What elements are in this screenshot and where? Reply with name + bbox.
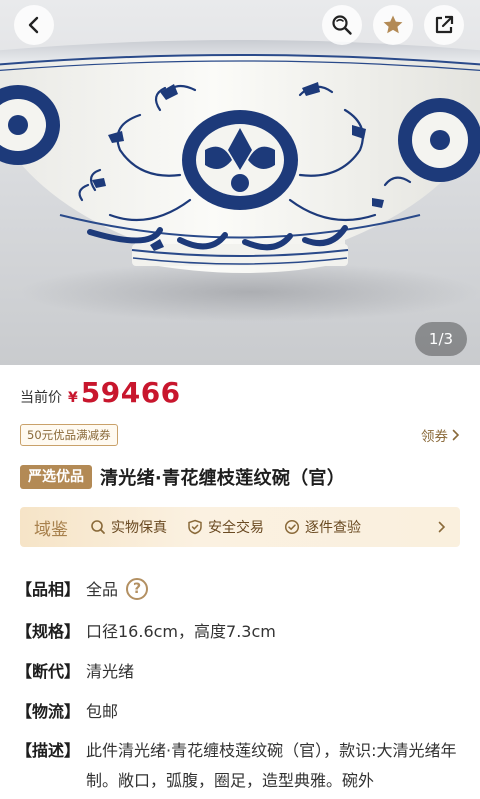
back-button[interactable]	[14, 5, 54, 45]
product-title-row: 严选优品 清光绪·青花缠枝莲纹碗（官）	[20, 464, 345, 490]
attr-key: 【规格】	[16, 622, 81, 641]
attr-key: 【物流】	[16, 702, 81, 721]
share-button[interactable]	[424, 5, 464, 45]
guarantee-brand: 域鉴	[34, 519, 68, 540]
attr-value: 此件清光绪·青花缠枝莲纹碗（官），款识:大清光绪年制。敞口，弧腹，圈足，造型典雅…	[86, 741, 457, 790]
attr-value: 清光绪	[86, 662, 135, 681]
chevron-right-icon	[438, 521, 446, 533]
guarantee-bar[interactable]: 域鉴 实物保真 安全交易 逐件查验	[20, 507, 460, 547]
get-coupon-label: 领券	[421, 429, 448, 445]
page-indicator: 1/3	[415, 322, 467, 356]
shield-icon	[188, 519, 202, 535]
attr-value: 包邮	[86, 702, 119, 721]
coupon-row: 50元优品满减券 领券	[20, 424, 460, 446]
currency-symbol: ¥	[68, 390, 78, 406]
guarantee-authentic: 实物保真	[90, 517, 167, 537]
guarantee-inspect: 逐件查验	[284, 517, 361, 537]
favorite-button[interactable]	[373, 5, 413, 45]
chevron-right-icon	[452, 429, 460, 441]
magnifier-icon	[91, 520, 105, 534]
attr-key: 【品相】	[16, 580, 81, 599]
guarantee-authentic-label: 实物保真	[111, 520, 167, 536]
product-title: 清光绪·青花缠枝莲纹碗（官）	[100, 468, 346, 489]
attr-key: 【描述】	[16, 741, 81, 760]
attr-value: 口径16.6cm，高度7.3cm	[86, 622, 276, 641]
attr-description: 【描述】 此件清光绪·青花缠枝莲纹碗（官），款识:大清光绪年制。敞口，弧腹，圈足…	[16, 736, 464, 796]
star-icon	[383, 15, 403, 34]
share-icon	[435, 15, 454, 34]
attr-size: 【规格】 口径16.6cm，高度7.3cm	[16, 618, 276, 646]
attr-shipping: 【物流】 包邮	[16, 698, 118, 726]
price-section: 当前价 ¥ 59466	[20, 376, 181, 412]
condition-value: 全品	[86, 580, 119, 599]
attr-key: 【断代】	[16, 662, 81, 681]
selected-badge: 严选优品	[20, 465, 92, 489]
guarantee-safe: 安全交易	[187, 517, 264, 537]
back-icon	[28, 16, 39, 34]
coupon-tag[interactable]: 50元优品满减券	[20, 424, 118, 446]
attr-dynasty: 【断代】 清光绪	[16, 658, 134, 686]
get-coupon-link[interactable]: 领券	[421, 425, 460, 445]
price-value: 59466	[80, 376, 181, 409]
check-circle-icon	[284, 519, 300, 535]
guarantee-safe-label: 安全交易	[208, 520, 264, 536]
attr-condition: 【品相】 全品?	[16, 576, 149, 604]
price-label: 当前价	[20, 390, 62, 406]
help-icon[interactable]: ?	[126, 577, 149, 600]
product-image-gallery[interactable]: 1/3	[0, 0, 480, 365]
guarantee-inspect-label: 逐件查验	[305, 520, 361, 536]
attr-value: 全品?	[86, 576, 149, 604]
search-icon	[332, 15, 352, 35]
bowl-photo	[0, 40, 480, 322]
image-search-button[interactable]	[322, 5, 362, 45]
